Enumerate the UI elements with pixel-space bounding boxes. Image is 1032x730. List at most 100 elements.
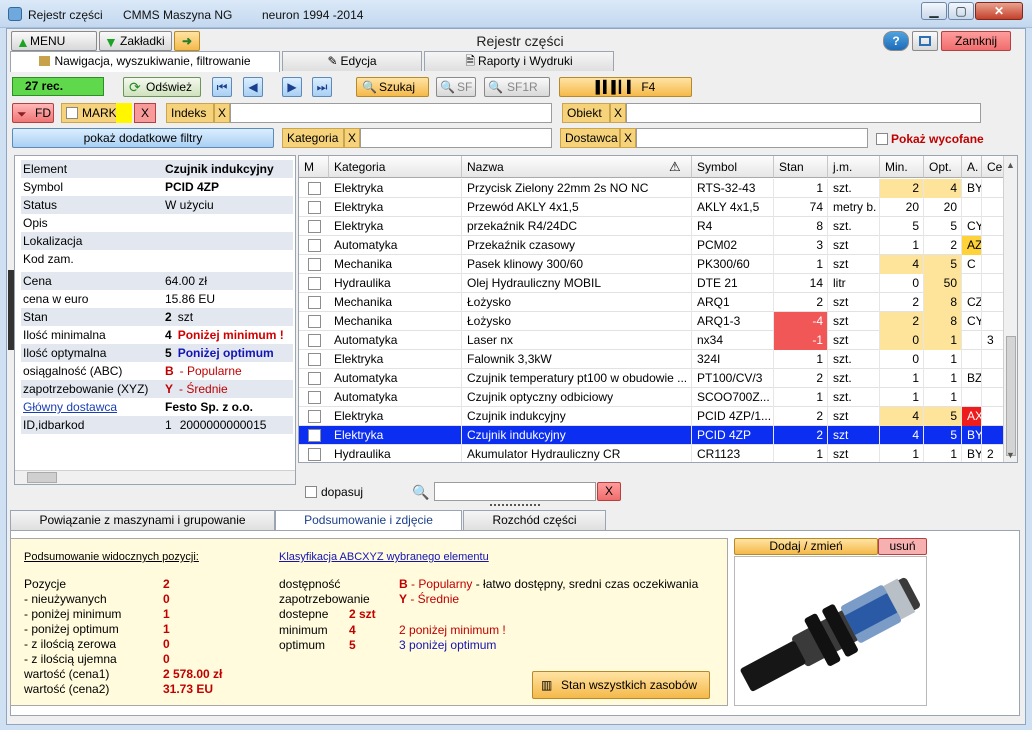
splitter-grip[interactable] xyxy=(490,504,540,507)
table-row[interactable]: Automatyka Czujnik optyczny odbiciowy SCOO… xyxy=(299,388,1012,407)
table-cell-symbol: RTS-32-43 xyxy=(692,179,774,198)
column-header[interactable]: Min. xyxy=(880,156,924,178)
window-close-button[interactable]: ✕ xyxy=(975,2,1023,20)
scroll-thumb[interactable] xyxy=(1006,336,1016,456)
table-row[interactable]: Automatyka Laser nx nx34 -1 szt 0 1 3 xyxy=(299,331,1012,350)
remove-photo-button[interactable]: usuń xyxy=(878,538,927,555)
row-checkbox[interactable] xyxy=(308,429,321,442)
bookmarks-button[interactable]: ▼ Zakładki xyxy=(99,31,172,51)
table-row[interactable]: Elektrykaprzekaźnik R4/24DCR48szt.55CY xyxy=(299,217,1012,236)
next-record-button[interactable]: ▶ xyxy=(282,77,302,97)
table-row[interactable]: Hydraulika Akumulator Hydrauliczny CR CR11… xyxy=(299,445,1012,462)
table-row[interactable]: Mechanika Pasek klinowy 300/60 PK300/60 1 sz… xyxy=(299,255,1012,274)
row-checkbox[interactable] xyxy=(308,334,321,347)
tab-edit[interactable]: ✎ Edycja xyxy=(282,51,422,71)
tab-consumption[interactable]: Rozchód części xyxy=(463,510,606,530)
maximize-button[interactable]: ▢ xyxy=(948,2,974,20)
mark-checkbox[interactable] xyxy=(66,107,78,119)
tab-summary[interactable]: Podsumowanie i zdjęcie xyxy=(275,510,462,531)
window-icon[interactable] xyxy=(912,31,938,51)
column-header[interactable]: M xyxy=(299,156,329,178)
row-checkbox[interactable] xyxy=(308,258,321,271)
more-filters-button[interactable]: pokaż dodatkowe filtry xyxy=(12,128,274,148)
search-button[interactable]: 🔍 Szukaj xyxy=(356,77,429,97)
show-withdrawn-checkbox[interactable] xyxy=(876,133,888,145)
all-resources-button[interactable]: ▥ Stan wszystkich zasobów xyxy=(532,671,710,699)
table-row[interactable]: MechanikaŁożyskoARQ1-3-4szt28CY xyxy=(299,312,1012,331)
filter-button[interactable]: ⏷ FD xyxy=(12,103,54,123)
scroll-up-icon[interactable]: ▲ xyxy=(1006,160,1015,170)
help-icon[interactable]: ? xyxy=(883,31,909,51)
obiekt-input[interactable] xyxy=(626,103,981,123)
kategoria-clear-button[interactable]: X xyxy=(344,128,360,148)
column-header[interactable]: Kategoria xyxy=(329,156,462,178)
search-icon: 🔍 xyxy=(440,80,455,94)
minimize-button[interactable]: ▁ xyxy=(921,2,947,20)
column-header[interactable]: Opt. xyxy=(924,156,962,178)
column-header[interactable]: Symbol xyxy=(692,156,774,178)
table-row[interactable]: Mechanika Łożysko ARQ1 2 szt 2 8 CZ xyxy=(299,293,1012,312)
row-checkbox[interactable] xyxy=(308,372,321,385)
vertical-scrollbar[interactable]: ▲ ▼ xyxy=(1003,156,1017,462)
quick-search-input[interactable] xyxy=(434,482,596,501)
row-checkbox[interactable] xyxy=(308,277,321,290)
menu-button[interactable]: ▲ MENU xyxy=(11,31,97,51)
horizontal-scrollbar[interactable] xyxy=(15,470,295,484)
row-checkbox[interactable] xyxy=(308,353,321,366)
tab-navigation[interactable]: Nawigacja, wyszukiwanie, filtrowanie xyxy=(10,51,280,72)
close-button[interactable]: Zamknij xyxy=(941,31,1011,51)
table-cell-opt: 5 xyxy=(924,407,962,426)
indeks-input[interactable] xyxy=(230,103,552,123)
scroll-down-icon[interactable]: ▼ xyxy=(1006,450,1015,460)
row-checkbox[interactable] xyxy=(308,391,321,404)
row-checkbox[interactable] xyxy=(308,220,321,233)
row-checkbox[interactable] xyxy=(308,239,321,252)
tab-machines[interactable]: Powiązanie z maszynami i grupowanie xyxy=(10,510,275,530)
row-checkbox[interactable] xyxy=(308,182,321,195)
row-checkbox[interactable] xyxy=(308,410,321,423)
scroll-thumb[interactable] xyxy=(27,472,57,483)
table-row[interactable]: Hydraulika Olej Hydrauliczny MOBIL DTE 21 1… xyxy=(299,274,1012,293)
table-row[interactable]: Elektryka Przycisk Zielony 22mm 2s NO NC R… xyxy=(299,179,1012,198)
row-checkbox[interactable] xyxy=(308,315,321,328)
table-row[interactable]: Elektryka Czujnik indukcyjny PCID 4ZP 2 szt 4… xyxy=(299,426,1012,445)
indeks-label: Indeks xyxy=(166,103,214,123)
row-checkbox[interactable] xyxy=(308,201,321,214)
column-header[interactable]: Nazwa xyxy=(462,156,692,178)
table-cell-min: 0 xyxy=(880,274,924,293)
detail-value: 2 szt xyxy=(165,310,194,324)
column-header[interactable]: A. xyxy=(962,156,982,178)
fit-checkbox[interactable] xyxy=(305,486,317,498)
last-record-button[interactable]: ⏭ xyxy=(312,77,332,97)
detail-value: 5 Poniżej optimum xyxy=(165,346,274,360)
prev-record-button[interactable]: ◀ xyxy=(243,77,263,97)
detail-key: zapotrzebowanie (XYZ) xyxy=(23,382,149,396)
obiekt-clear-button[interactable]: X xyxy=(610,103,626,123)
kategoria-input[interactable] xyxy=(360,128,552,148)
column-header[interactable]: Stan xyxy=(774,156,828,178)
barcode-button[interactable]: ▌▍▌▎▍ F4 xyxy=(559,77,692,97)
dostawca-clear-button[interactable]: X xyxy=(620,128,636,148)
table-row[interactable]: Automatyka Czujnik temperatury pt100 w ob… xyxy=(299,369,1012,388)
row-checkbox[interactable] xyxy=(308,296,321,309)
sf1r-button[interactable]: 🔍 SF1R xyxy=(484,77,550,97)
tab-reports[interactable]: 🗎 Raporty i Wydruki xyxy=(424,51,614,71)
table-row[interactable]: Automatyka Przekaźnik czasowy PCM02 3 szt 1 2 A… xyxy=(299,236,1012,255)
row-checkbox[interactable] xyxy=(308,448,321,461)
table-cell-jm: litr xyxy=(828,274,880,293)
indeks-clear-button[interactable]: X xyxy=(214,103,230,123)
add-photo-button[interactable]: Dodaj / zmień xyxy=(734,538,878,555)
demand-value: Y - Średnie xyxy=(399,592,460,606)
detail-key[interactable]: Główny dostawca xyxy=(23,398,117,416)
mark-clear-button[interactable]: X xyxy=(134,103,156,123)
dostawca-input[interactable] xyxy=(636,128,868,148)
first-record-button[interactable]: ⏮ xyxy=(212,77,232,97)
export-icon[interactable]: ➜ xyxy=(174,31,200,51)
table-row[interactable]: Elektryka Falownik 3,3kW 324I 1 szt. 0 1 xyxy=(299,350,1012,369)
table-row[interactable]: Elektryka Przewód AKLY 4x1,5 AKLY 4x1,5 74 m… xyxy=(299,198,1012,217)
quick-search-clear-button[interactable]: X xyxy=(597,482,621,501)
table-row[interactable]: Elektryka Czujnik indukcyjny PCID 4ZP/1...… xyxy=(299,407,1012,426)
sf-button[interactable]: 🔍 SF xyxy=(436,77,476,97)
refresh-button[interactable]: ⟳ Odśwież xyxy=(123,77,201,97)
column-header[interactable]: j.m. xyxy=(828,156,880,178)
